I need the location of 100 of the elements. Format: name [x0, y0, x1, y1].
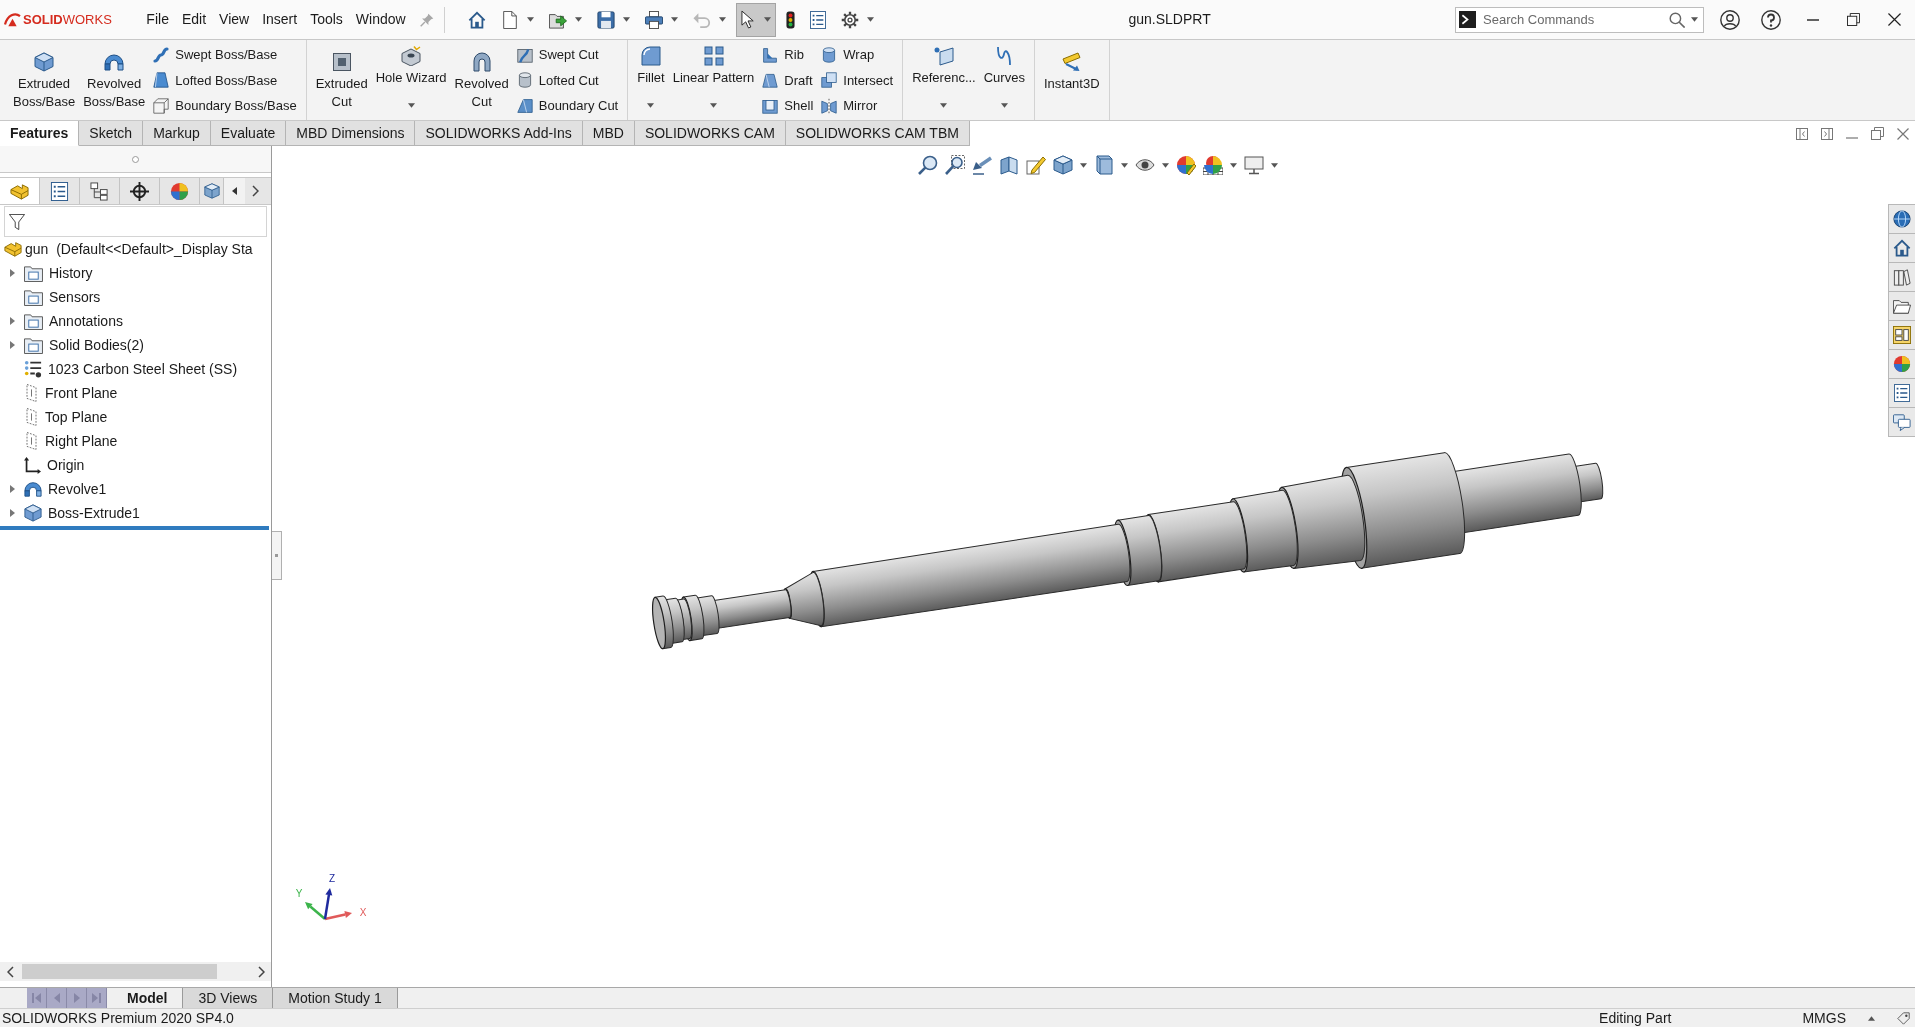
split-block-icon[interactable]	[999, 155, 1019, 175]
menu-item[interactable]: View	[212, 6, 256, 33]
tree-item[interactable]: Top Plane	[0, 405, 271, 429]
ribbon-button[interactable]: Swept Boss/Base	[149, 42, 301, 68]
tree-item[interactable]: Origin	[0, 453, 271, 477]
panel-right-icon[interactable]	[1821, 127, 1833, 140]
caret-icon[interactable]	[1162, 162, 1169, 168]
ribbon-button[interactable]: Hole Wizard	[371, 40, 451, 120]
ribbon-button[interactable]: Instant3D	[1039, 40, 1104, 120]
tab[interactable]: Markup	[143, 121, 211, 146]
ribbon-button[interactable]: Extruded Cut	[311, 40, 372, 120]
ribbon-button[interactable]: Lofted Cut	[512, 67, 623, 93]
ribbon-button[interactable]: Extruded Boss/Base	[9, 40, 80, 120]
tree-item[interactable]: Sensors	[0, 285, 271, 309]
tab[interactable]: Evaluate	[210, 121, 287, 146]
caret-icon[interactable]	[1080, 162, 1087, 168]
close-icon[interactable]	[1897, 127, 1909, 140]
tree-item[interactable]: Right Plane	[0, 429, 271, 453]
menu-item[interactable]: File	[139, 6, 176, 33]
monitor-icon[interactable]	[1244, 155, 1264, 175]
grip-icon[interactable]	[132, 155, 139, 163]
restore-icon[interactable]	[1871, 127, 1884, 140]
tree-item[interactable]: Solid Bodies(2)	[0, 333, 271, 357]
ribbon-button[interactable]: Fillet	[633, 40, 669, 120]
task-pane-tab[interactable]	[1888, 320, 1915, 350]
caret-up-icon[interactable]	[1868, 1015, 1875, 1021]
user-icon[interactable]	[1720, 9, 1740, 30]
ribbon-button[interactable]: Swept Cut	[512, 42, 623, 68]
magnifier-icon[interactable]	[945, 155, 965, 175]
tab[interactable]: MBD	[582, 121, 635, 146]
scrollbar[interactable]	[0, 962, 271, 981]
panel-left-icon[interactable]	[1796, 127, 1808, 140]
expand-arrow-icon[interactable]	[9, 269, 15, 277]
menu-item[interactable]: Insert	[255, 6, 304, 33]
tree-item[interactable]: 1023 Carbon Steel Sheet (SS)	[0, 357, 271, 381]
ribbon-button[interactable]: Shell	[758, 93, 818, 119]
minimize-icon	[1806, 18, 1819, 21]
ribbon-button[interactable]: Intersect	[817, 67, 898, 93]
splitter-handle[interactable]	[272, 531, 282, 580]
ribbon-button[interactable]: Curves	[979, 40, 1029, 120]
expand-arrow-icon[interactable]	[9, 341, 15, 349]
magnifier-icon[interactable]	[918, 155, 938, 175]
color-wheel-icon	[1893, 355, 1911, 373]
tree-item[interactable]: Boss-Extrude1	[0, 501, 271, 525]
task-pane-tab[interactable]	[1888, 349, 1915, 379]
wedge-icon	[516, 97, 533, 114]
menu-item[interactable]: Tools	[303, 6, 350, 33]
ribbon-button[interactable]: Referenc...	[908, 40, 980, 120]
tree-item[interactable]: gun (Default<<Default>_Display Sta	[0, 237, 271, 261]
ribbon-button[interactable]: Revolved Cut	[450, 40, 513, 120]
task-pane-tab[interactable]	[1888, 233, 1915, 263]
arrow-icon[interactable]	[972, 155, 992, 175]
menu-item[interactable]: Edit	[175, 6, 213, 33]
search-icon[interactable]	[1669, 11, 1685, 28]
cube-icon[interactable]	[1053, 155, 1073, 175]
tab[interactable]: SOLIDWORKS CAM TBM	[785, 121, 970, 146]
task-pane-tab[interactable]	[1888, 204, 1915, 234]
tab[interactable]: Sketch	[79, 121, 144, 146]
ribbon-button[interactable]: Rib	[758, 42, 818, 68]
tree-item[interactable]: Revolve1	[0, 477, 271, 501]
color-wheel-icon[interactable]	[1176, 155, 1196, 175]
ribbon-button[interactable]: Revolved Boss/Base	[79, 40, 150, 120]
units-text[interactable]: MMGS	[1802, 1007, 1846, 1027]
task-pane-tab[interactable]	[1888, 407, 1915, 437]
caret-icon[interactable]	[1271, 162, 1278, 168]
ribbon-button[interactable]: Linear Pattern	[668, 40, 759, 120]
expand-arrow-icon[interactable]	[9, 317, 15, 325]
filter-field[interactable]	[4, 206, 267, 237]
box-icon[interactable]	[1094, 155, 1114, 175]
expand-arrow-icon[interactable]	[9, 509, 15, 517]
eye-icon[interactable]	[1135, 158, 1155, 172]
ribbon-button[interactable]: Boundary Cut	[512, 93, 623, 119]
task-pane-tab[interactable]	[1888, 262, 1915, 292]
caret-icon[interactable]	[1691, 17, 1698, 22]
ribbon-button[interactable]: Draft	[758, 67, 818, 93]
search-field[interactable]: Search Commands	[1455, 6, 1704, 33]
tab[interactable]: MBD Dimensions	[286, 121, 416, 146]
color-wheel-icon[interactable]	[1203, 155, 1223, 175]
tag-icon[interactable]	[1897, 1011, 1910, 1025]
task-pane-tab[interactable]	[1888, 291, 1915, 321]
pencil-icon[interactable]	[1026, 155, 1046, 175]
ribbon-button[interactable]: Lofted Boss/Base	[149, 67, 301, 93]
tab[interactable]: Motion Study 1	[273, 988, 398, 1008]
ribbon-button[interactable]: Boundary Boss/Base	[149, 93, 301, 119]
tree-item[interactable]: History	[0, 261, 271, 285]
menu-item[interactable]: Window	[349, 6, 413, 33]
task-pane-tab[interactable]	[1888, 378, 1915, 408]
caret-icon[interactable]	[1230, 162, 1237, 168]
tab[interactable]: 3D Views	[183, 988, 274, 1008]
tab[interactable]: SOLIDWORKS Add-Ins	[415, 121, 583, 146]
expand-arrow-icon[interactable]	[9, 485, 15, 493]
help-icon[interactable]	[1761, 9, 1781, 30]
tree-item[interactable]: Front Plane	[0, 381, 271, 405]
tab[interactable]: SOLIDWORKS CAM	[634, 121, 786, 146]
caret-icon[interactable]	[1121, 162, 1128, 168]
ribbon-button[interactable]: Wrap	[817, 42, 898, 68]
ribbon-button[interactable]: Mirror	[817, 93, 898, 119]
tree-item[interactable]: Annotations	[0, 309, 271, 333]
scroll-left-button[interactable]	[224, 178, 245, 204]
scroll-thumb[interactable]	[22, 964, 217, 979]
